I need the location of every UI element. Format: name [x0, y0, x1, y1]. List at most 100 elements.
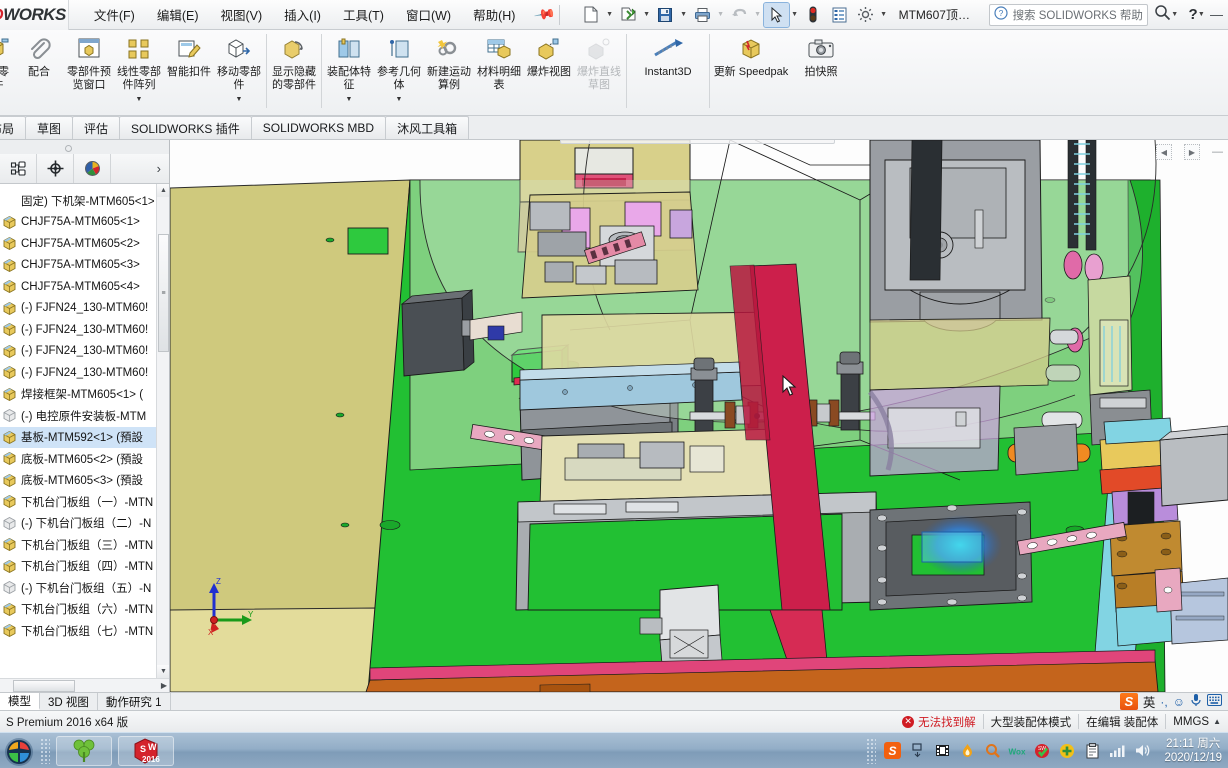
- menu-tools[interactable]: 工具(T): [332, 0, 395, 29]
- ribbon-assembly-features[interactable]: 装配体特征 ▼: [324, 30, 374, 106]
- help-caret[interactable]: ▼: [1198, 11, 1205, 18]
- tab-solidworks-addins[interactable]: SOLIDWORKS 插件: [119, 116, 252, 139]
- view-orientation-icon[interactable]: [671, 140, 695, 142]
- pin-icon[interactable]: 📌: [533, 3, 557, 27]
- viewport-minimize-button[interactable]: —: [1212, 146, 1223, 158]
- tray-antivirus-icon[interactable]: SW: [1033, 742, 1051, 760]
- ribbon-component-preview[interactable]: 零部件预览窗口: [64, 30, 114, 106]
- menu-edit[interactable]: 编辑(E): [146, 0, 210, 29]
- select-caret[interactable]: ▼: [790, 11, 800, 18]
- heads-up-view-toolbar[interactable]: [560, 140, 835, 144]
- feature-tree-horizontal-scrollbar[interactable]: ▶: [0, 678, 169, 692]
- ime-voice-icon[interactable]: [1190, 693, 1202, 710]
- scene-sphere-icon[interactable]: [778, 140, 802, 142]
- tray-film-icon[interactable]: [933, 742, 951, 760]
- ribbon-move-component[interactable]: 移动零部件 ▼: [214, 30, 264, 106]
- scroll-up-arrow-icon[interactable]: ▲: [157, 184, 169, 197]
- tray-plus-icon[interactable]: [1058, 742, 1076, 760]
- select-button[interactable]: [762, 1, 790, 28]
- ime-emoji-icon[interactable]: ☺: [1173, 695, 1185, 709]
- undo-caret[interactable]: ▼: [753, 11, 763, 18]
- open-document-caret[interactable]: ▼: [642, 11, 652, 18]
- tab-layout[interactable]: 布局: [0, 116, 27, 139]
- undo-button[interactable]: [727, 3, 752, 27]
- display-style-icon[interactable]: [697, 140, 721, 142]
- tray-search-icon[interactable]: [983, 742, 1001, 760]
- start-orb[interactable]: [2, 736, 36, 766]
- menu-insert[interactable]: 插入(I): [273, 0, 332, 29]
- hscroll-right-arrow-icon[interactable]: ▶: [161, 681, 167, 690]
- tree-item[interactable]: CHJF75A-MTM605<2>: [0, 233, 169, 255]
- display-manager-tab[interactable]: [74, 154, 111, 183]
- menu-view[interactable]: 视图(V): [210, 0, 274, 29]
- save-button[interactable]: [653, 3, 678, 27]
- scroll-thumb[interactable]: ≡: [158, 234, 169, 352]
- ribbon-bill-of-materials[interactable]: 材料明细表: [474, 30, 524, 106]
- tree-item[interactable]: (-) 下机台门板组（五）-N: [0, 577, 169, 599]
- menu-window[interactable]: 窗口(W): [395, 0, 462, 29]
- tree-item[interactable]: 基板-MTM592<1> (預設: [0, 426, 169, 448]
- bottom-tab-3d-views[interactable]: 3D 视图: [40, 693, 98, 710]
- print-caret[interactable]: ▼: [716, 11, 726, 18]
- ribbon-new-motion-study[interactable]: 新建运动算例: [424, 30, 474, 106]
- taskbar-clock[interactable]: 21:11 周六 2020/12/19: [1158, 737, 1222, 765]
- open-document-button[interactable]: [616, 3, 641, 27]
- tree-item[interactable]: (-) 电控原件安装板-MTM: [0, 405, 169, 427]
- tray-network-icon[interactable]: [1108, 742, 1126, 760]
- section-view-icon[interactable]: [645, 140, 669, 142]
- graphics-viewport[interactable]: ◀ ▶ — Z Y X: [170, 140, 1228, 692]
- new-document-caret[interactable]: ▼: [605, 11, 615, 18]
- ribbon-assembly-features-arrow[interactable]: ▼: [346, 96, 353, 106]
- tab-mufeng-toolbox[interactable]: 沐风工具箱: [385, 116, 470, 139]
- tray-volume-icon[interactable]: [1133, 742, 1151, 760]
- tab-solidworks-mbd[interactable]: SOLIDWORKS MBD: [250, 116, 387, 139]
- zoom-fit-icon[interactable]: [564, 140, 588, 142]
- tree-item[interactable]: 下机台门板组（四）-MTN: [0, 556, 169, 578]
- tree-item[interactable]: (-) FJFN24_130-MTM60!: [0, 362, 169, 384]
- new-document-button[interactable]: [579, 3, 604, 27]
- tree-item[interactable]: CHJF75A-MTM605<4>: [0, 276, 169, 298]
- menu-help[interactable]: 帮助(H): [462, 0, 526, 29]
- minimize-button[interactable]: —: [1205, 7, 1228, 22]
- tree-item[interactable]: (-) FJFN24_130-MTM60!: [0, 298, 169, 320]
- tree-item[interactable]: 下机台门板组（六）-MTN: [0, 599, 169, 621]
- menu-file[interactable]: 文件(F): [83, 0, 146, 29]
- taskbar-grip[interactable]: [40, 737, 50, 764]
- ribbon-explode-line-sketch[interactable]: 爆炸直线草图: [574, 30, 624, 106]
- tray-clipboard-icon[interactable]: [1083, 742, 1101, 760]
- tray-overflow-icon[interactable]: [908, 742, 926, 760]
- options-caret[interactable]: ▼: [879, 11, 889, 18]
- tree-item[interactable]: (-) FJFN24_130-MTM60!: [0, 341, 169, 363]
- tree-item[interactable]: (-) 下机台门板组（二）-N: [0, 513, 169, 535]
- previous-view-icon[interactable]: [619, 140, 643, 142]
- property-manager-tab[interactable]: [37, 154, 74, 183]
- ribbon-reference-geometry-arrow[interactable]: ▼: [396, 96, 403, 106]
- options-gear-button[interactable]: [853, 3, 878, 27]
- zoom-area-icon[interactable]: [590, 140, 614, 142]
- ribbon-linear-pattern-arrow[interactable]: ▼: [136, 96, 143, 106]
- ribbon-move-component-arrow[interactable]: ▼: [236, 96, 243, 106]
- tree-item[interactable]: 底板-MTM605<3> (預設: [0, 470, 169, 492]
- tree-item[interactable]: 下机台门板组（三）-MTN: [0, 534, 169, 556]
- tab-sketch[interactable]: 草图: [25, 116, 74, 139]
- tree-item[interactable]: 下机台门板组（一）-MTN: [0, 491, 169, 513]
- print-button[interactable]: [690, 3, 715, 27]
- tray-flame-icon[interactable]: [958, 742, 976, 760]
- ribbon-reference-geometry[interactable]: 参考几何体 ▼: [374, 30, 424, 106]
- units-caret-icon[interactable]: ▲: [1213, 717, 1221, 726]
- eye-icon[interactable]: [726, 140, 750, 142]
- tray-wox-icon[interactable]: Wox: [1008, 742, 1026, 760]
- scroll-left-button[interactable]: ◀: [1156, 144, 1172, 160]
- status-error[interactable]: ✕ 无法找到解: [895, 711, 983, 733]
- ribbon-update-speedpak[interactable]: 更新 Speedpak: [712, 30, 790, 106]
- status-large-assembly-mode[interactable]: 大型装配体模式: [984, 711, 1079, 733]
- hscroll-thumb[interactable]: [13, 680, 75, 692]
- scroll-down-arrow-icon[interactable]: ▼: [157, 665, 169, 678]
- help-button[interactable]: ?: [1188, 6, 1197, 23]
- panel-grip[interactable]: [0, 140, 169, 154]
- tree-item[interactable]: 底板-MTM605<2> (預設: [0, 448, 169, 470]
- tab-evaluate[interactable]: 评估: [72, 116, 121, 139]
- options-list-button[interactable]: [827, 3, 852, 27]
- ribbon-linear-pattern[interactable]: 线性零部件阵列 ▼: [114, 30, 164, 106]
- tree-item[interactable]: 焊接框架-MTM605<1> (: [0, 384, 169, 406]
